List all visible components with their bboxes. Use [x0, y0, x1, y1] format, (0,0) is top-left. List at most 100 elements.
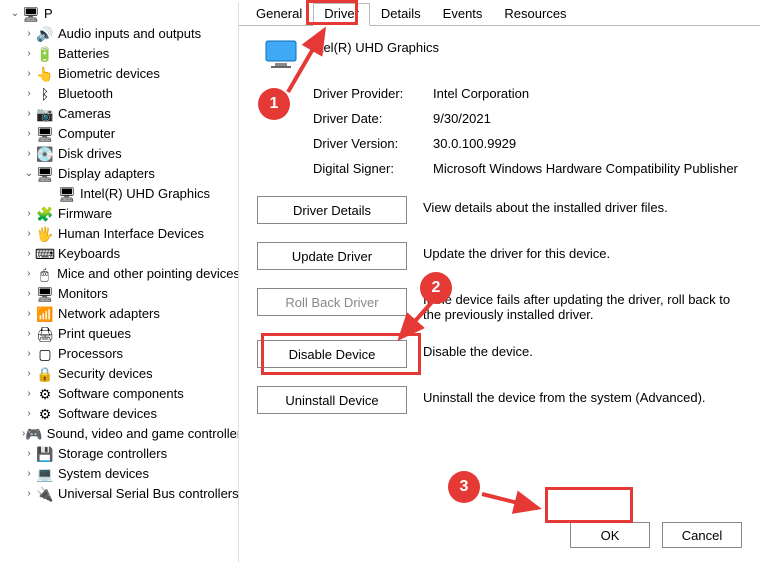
tree-item-label: Disk drives — [58, 144, 122, 164]
tree-item[interactable]: ›💽Disk drives — [4, 144, 240, 164]
chevron-right-icon[interactable]: › — [22, 444, 36, 464]
roll-back-driver-desc: If the device fails after updating the d… — [423, 288, 742, 322]
device-category-icon: ᛒ — [36, 85, 54, 103]
device-category-icon: 🖥 — [36, 285, 54, 303]
signer-val: Microsoft Windows Hardware Compatibility… — [433, 161, 742, 176]
tree-item[interactable]: ›💾Storage controllers — [4, 444, 240, 464]
chevron-right-icon[interactable]: › — [22, 144, 36, 164]
chevron-right-icon[interactable]: › — [22, 384, 36, 404]
date-val: 9/30/2021 — [433, 111, 742, 126]
signer-key: Digital Signer: — [313, 161, 433, 176]
ok-button[interactable]: OK — [570, 522, 650, 548]
device-category-icon: 🖐 — [36, 225, 54, 243]
tab-resources[interactable]: Resources — [493, 3, 577, 26]
tree-item-label: Processors — [58, 344, 123, 364]
device-category-icon: 🖨 — [36, 325, 54, 343]
device-category-icon: ▢ — [36, 345, 54, 363]
tree-item[interactable]: ›🔒Security devices — [4, 364, 240, 384]
device-category-icon: 📶 — [36, 305, 54, 323]
tree-item[interactable]: ›▢Processors — [4, 344, 240, 364]
date-key: Driver Date: — [313, 111, 433, 126]
version-key: Driver Version: — [313, 136, 433, 151]
tree-root[interactable]: ⌄ 🖥 P — [4, 4, 240, 24]
tree-item[interactable]: ›⚙Software components — [4, 384, 240, 404]
tree-item-label: Sound, video and game controllers — [47, 424, 240, 444]
update-driver-desc: Update the driver for this device. — [423, 242, 742, 261]
chevron-down-icon[interactable]: ⌄ — [22, 164, 36, 184]
tree-item[interactable]: ›🎮Sound, video and game controllers — [4, 424, 240, 444]
tree-item[interactable]: ›⚙Software devices — [4, 404, 240, 424]
chevron-right-icon[interactable]: › — [22, 344, 36, 364]
tree-item[interactable]: ›🖥Computer — [4, 124, 240, 144]
tree-item[interactable]: ›🖨Print queues — [4, 324, 240, 344]
uninstall-device-desc: Uninstall the device from the system (Ad… — [423, 386, 742, 405]
chevron-right-icon[interactable]: › — [22, 284, 36, 304]
cancel-button[interactable]: Cancel — [662, 522, 742, 548]
tree-item[interactable]: ⌄🖥Display adapters — [4, 164, 240, 184]
tree-item[interactable]: ›🧩Firmware — [4, 204, 240, 224]
tree-item[interactable]: ›🔋Batteries — [4, 44, 240, 64]
chevron-right-icon[interactable]: › — [22, 24, 36, 44]
tree-root-label: P — [44, 4, 53, 24]
tree-item[interactable]: ›💻System devices — [4, 464, 240, 484]
tree-item[interactable]: ›👆Biometric devices — [4, 64, 240, 84]
provider-val: Intel Corporation — [433, 86, 742, 101]
device-category-icon: 💽 — [36, 145, 54, 163]
driver-details-button[interactable]: Driver Details — [257, 196, 407, 224]
tree-item-label: Batteries — [58, 44, 109, 64]
disable-device-button[interactable]: Disable Device — [257, 340, 407, 368]
device-category-icon: 🖥 — [36, 165, 54, 183]
chevron-right-icon[interactable]: › — [22, 324, 36, 344]
tab-details[interactable]: Details — [370, 3, 432, 26]
tree-item[interactable]: ›⌨Keyboards — [4, 244, 240, 264]
tree-item-label: Computer — [58, 124, 115, 144]
chevron-right-icon[interactable]: › — [22, 484, 36, 504]
chevron-right-icon[interactable]: › — [22, 464, 36, 484]
device-category-icon: 🧩 — [36, 205, 54, 223]
device-tree[interactable]: ⌄ 🖥 P ›🔊Audio inputs and outputs›🔋Batter… — [4, 4, 240, 574]
chevron-right-icon[interactable]: › — [22, 124, 36, 144]
tab-events[interactable]: Events — [432, 3, 494, 26]
uninstall-device-button[interactable]: Uninstall Device — [257, 386, 407, 414]
tree-item[interactable]: ›📶Network adapters — [4, 304, 240, 324]
tree-item[interactable]: ›🖱Mice and other pointing devices — [4, 264, 240, 284]
tabs: GeneralDriverDetailsEventsResources — [239, 2, 760, 26]
update-driver-button[interactable]: Update Driver — [257, 242, 407, 270]
device-category-icon: ⚙ — [36, 385, 54, 403]
roll-back-driver-button: Roll Back Driver — [257, 288, 407, 316]
version-val: 30.0.100.9929 — [433, 136, 742, 151]
tree-item[interactable]: ›🖥Monitors — [4, 284, 240, 304]
tree-item[interactable]: ›🖐Human Interface Devices — [4, 224, 240, 244]
chevron-right-icon[interactable]: › — [22, 44, 36, 64]
chevron-right-icon[interactable]: › — [22, 304, 36, 324]
tree-item[interactable]: ›📷Cameras — [4, 104, 240, 124]
tree-item-label: Network adapters — [58, 304, 160, 324]
chevron-right-icon[interactable]: › — [22, 244, 36, 264]
chevron-right-icon[interactable]: › — [22, 84, 36, 104]
device-category-icon: 💾 — [36, 445, 54, 463]
driver-info: Driver Provider:Intel Corporation Driver… — [313, 86, 742, 176]
tree-item[interactable]: ›🔊Audio inputs and outputs — [4, 24, 240, 44]
tab-driver[interactable]: Driver — [313, 3, 370, 26]
chevron-right-icon[interactable]: › — [22, 264, 36, 284]
device-category-icon: ⚙ — [36, 405, 54, 423]
chevron-right-icon[interactable]: › — [22, 204, 36, 224]
device-category-icon: 📷 — [36, 105, 54, 123]
chevron-right-icon[interactable]: › — [22, 104, 36, 124]
tree-item[interactable]: ›🔌Universal Serial Bus controllers — [4, 484, 240, 504]
tree-item-label: System devices — [58, 464, 149, 484]
chevron-right-icon[interactable]: › — [22, 364, 36, 384]
provider-key: Driver Provider: — [313, 86, 433, 101]
expand-icon[interactable]: ⌄ — [8, 4, 22, 24]
chevron-right-icon[interactable]: › — [22, 224, 36, 244]
device-icon: 🖥 — [58, 185, 76, 203]
device-category-icon: 🎮 — [25, 425, 42, 443]
tree-item-label: Software devices — [58, 404, 157, 424]
chevron-right-icon[interactable]: › — [22, 404, 36, 424]
device-category-icon: 🔊 — [36, 25, 54, 43]
tree-sub-item[interactable]: 🖥Intel(R) UHD Graphics — [4, 184, 240, 204]
chevron-right-icon[interactable]: › — [22, 64, 36, 84]
tab-general[interactable]: General — [245, 3, 313, 26]
tree-item[interactable]: ›ᛒBluetooth — [4, 84, 240, 104]
tree-item-label: Keyboards — [58, 244, 120, 264]
